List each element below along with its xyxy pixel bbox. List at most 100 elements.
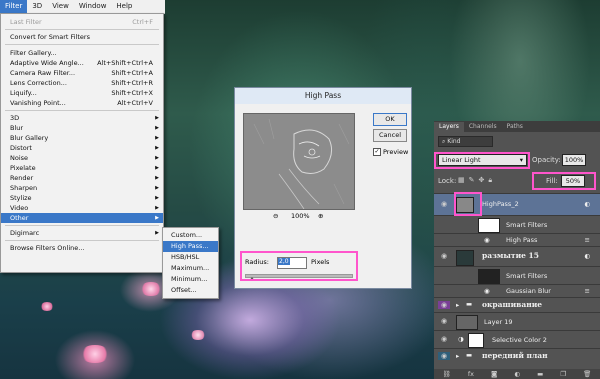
preview-checkbox-row[interactable]: ✓ Preview (373, 148, 408, 156)
menu-item-convert-smart-filters[interactable]: Convert for Smart Filters (1, 32, 163, 42)
menu-3d[interactable]: 3D (27, 0, 47, 13)
menu-item-lens-correction[interactable]: Lens Correction... Shift+Ctrl+R (1, 78, 163, 88)
opacity-label: Opacity: (532, 156, 561, 164)
submenu-item-high-pass[interactable]: High Pass... (163, 241, 218, 252)
menu-item-stylize[interactable]: Stylize ▶ (1, 193, 163, 203)
menu-item-distort[interactable]: Distort ▶ (1, 143, 163, 153)
zoom-level: 100% (291, 212, 310, 220)
menu-item-pixelate[interactable]: Pixelate ▶ (1, 163, 163, 173)
checkmark-icon[interactable]: ✓ (373, 148, 381, 156)
adjustment-icon[interactable]: ◐ (514, 370, 520, 378)
submenu-item-offset[interactable]: Offset... (163, 285, 218, 296)
layer-group-foreground[interactable]: ◉ ▸ ▬ передний план (434, 348, 600, 364)
submenu-arrow-icon: ▶ (155, 165, 159, 171)
annotation-highlight-radius (240, 251, 358, 281)
folder-icon[interactable]: ▬ (537, 370, 543, 378)
menu-item-last-filter[interactable]: Last Filter Ctrl+F (1, 17, 163, 27)
menu-item-liquify[interactable]: Liquify... Shift+Ctrl+X (1, 88, 163, 98)
mask-icon[interactable]: ◙ (491, 370, 497, 378)
high-pass-preview-sketch (244, 114, 354, 209)
zoom-in-icon[interactable]: ⊕ (318, 212, 323, 220)
layer-row-selective-color[interactable]: ◉ ◑ Selective Color 2 (434, 330, 600, 349)
eye-icon[interactable]: ◉ (438, 252, 450, 260)
zoom-out-icon[interactable]: ⊖ (273, 212, 278, 220)
water-lily (140, 282, 162, 296)
layer-name: передний план (482, 351, 548, 360)
preview-image[interactable] (243, 113, 355, 210)
submenu-arrow-icon: ▶ (155, 155, 159, 161)
link-icon[interactable]: ⛓ (443, 370, 451, 378)
menu-item-video[interactable]: Video ▶ (1, 203, 163, 213)
layer-name: окрашивание (482, 300, 543, 309)
eye-icon[interactable]: ◉ (438, 200, 450, 208)
eye-icon[interactable]: ◉ (438, 317, 450, 325)
submenu-arrow-icon: ▶ (155, 125, 159, 131)
menu-help[interactable]: Help (111, 0, 137, 13)
chevron-right-icon[interactable]: ▸ (456, 352, 459, 360)
lock-label: Lock: (438, 177, 457, 185)
menu-item-camera-raw[interactable]: Camera Raw Filter... Shift+Ctrl+A (1, 68, 163, 78)
menu-item-digimarc[interactable]: Digimarc ▶ (1, 228, 163, 238)
opacity-field[interactable]: 100% (562, 154, 586, 166)
menu-item-adaptive-wide-angle[interactable]: Adaptive Wide Angle... Alt+Shift+Ctrl+A (1, 58, 163, 68)
submenu-item-minimum[interactable]: Minimum... (163, 274, 218, 285)
filter-options-icon[interactable]: ≡ (585, 236, 590, 244)
fx-icon[interactable]: fx (468, 370, 474, 378)
dialog-title: High Pass (235, 88, 411, 104)
eye-icon[interactable]: ◉ (438, 335, 450, 343)
layer-row-gaussian-blur[interactable]: ◉ Gaussian Blur ≡ (434, 284, 600, 298)
submenu-item-hsb-hsl[interactable]: HSB/HSL (163, 252, 218, 263)
menu-item-3d[interactable]: 3D ▶ (1, 113, 163, 123)
zoom-controls: ⊖ 100% ⊕ (243, 212, 353, 222)
folder-icon: ▬ (466, 300, 473, 308)
menu-item-sharpen[interactable]: Sharpen ▶ (1, 183, 163, 193)
menu-item-render[interactable]: Render ▶ (1, 173, 163, 183)
kind-label: Kind (447, 138, 461, 145)
layer-name: Layer 19 (484, 318, 513, 326)
menu-filter[interactable]: Filter (0, 0, 28, 13)
tab-channels[interactable]: Channels (464, 122, 502, 132)
filter-menu: Last Filter Ctrl+F Convert for Smart Filt… (0, 13, 164, 273)
submenu-arrow-icon: ▶ (155, 185, 159, 191)
kind-filter[interactable]: ⌕ Kind (438, 136, 493, 147)
filter-options-icon[interactable]: ≡ (585, 287, 590, 295)
lock-icons[interactable]: ▦✎✥🔒︎ (458, 176, 496, 185)
layer-name: HighPass_2 (482, 200, 519, 208)
ok-button[interactable]: OK (373, 113, 407, 126)
menu-item-other[interactable]: Other ▶ (1, 213, 163, 223)
new-layer-icon[interactable]: ❐ (560, 370, 566, 378)
cancel-button[interactable]: Cancel (373, 129, 407, 142)
layer-name: размытие 15 (482, 251, 539, 260)
menu-divider (5, 225, 159, 226)
layer-row-blur15[interactable]: ◉ размытие 15 ◐ (434, 246, 600, 267)
eye-icon[interactable]: ◉ (438, 301, 450, 309)
menu-item-blur[interactable]: Blur ▶ (1, 123, 163, 133)
menu-view[interactable]: View (47, 0, 74, 13)
tab-layers[interactable]: Layers (434, 122, 464, 132)
submenu-item-maximum[interactable]: Maximum... (163, 263, 218, 274)
smart-object-icon: ◐ (584, 252, 590, 260)
eye-icon[interactable]: ◉ (484, 236, 490, 244)
layer-row-smart-filters[interactable]: Smart Filters (434, 215, 600, 234)
menu-item-vanishing-point[interactable]: Vanishing Point... Alt+Ctrl+V (1, 98, 163, 108)
chevron-right-icon[interactable]: ▸ (456, 301, 459, 309)
menu-item-noise[interactable]: Noise ▶ (1, 153, 163, 163)
layer-group-coloring[interactable]: ◉ ▸ ▬ окрашивание (434, 297, 600, 313)
trash-icon[interactable]: 🗑︎ (583, 370, 591, 378)
menu-item-blur-gallery[interactable]: Blur Gallery ▶ (1, 133, 163, 143)
tab-paths[interactable]: Paths (502, 122, 528, 132)
layer-row-smart-filters[interactable]: Smart Filters (434, 266, 600, 285)
eye-icon[interactable]: ◉ (438, 352, 450, 360)
submenu-arrow-icon: ▶ (155, 135, 159, 141)
menu-window[interactable]: Window (74, 0, 112, 13)
annotation-highlight-fill (532, 172, 596, 190)
eye-icon[interactable]: ◉ (484, 287, 490, 295)
layer-row-high-pass-filter[interactable]: ◉ High Pass ≡ (434, 233, 600, 247)
water-lily (80, 345, 110, 363)
menu-item-filter-gallery[interactable]: Filter Gallery... (1, 48, 163, 58)
layer-row-layer19[interactable]: ◉ Layer 19 (434, 312, 600, 331)
menu-item-browse-filters[interactable]: Browse Filters Online... (1, 243, 163, 253)
submenu-item-custom[interactable]: Custom... (163, 230, 218, 241)
filter-mask-thumbnail (478, 218, 500, 233)
layer-thumbnail (456, 250, 474, 266)
